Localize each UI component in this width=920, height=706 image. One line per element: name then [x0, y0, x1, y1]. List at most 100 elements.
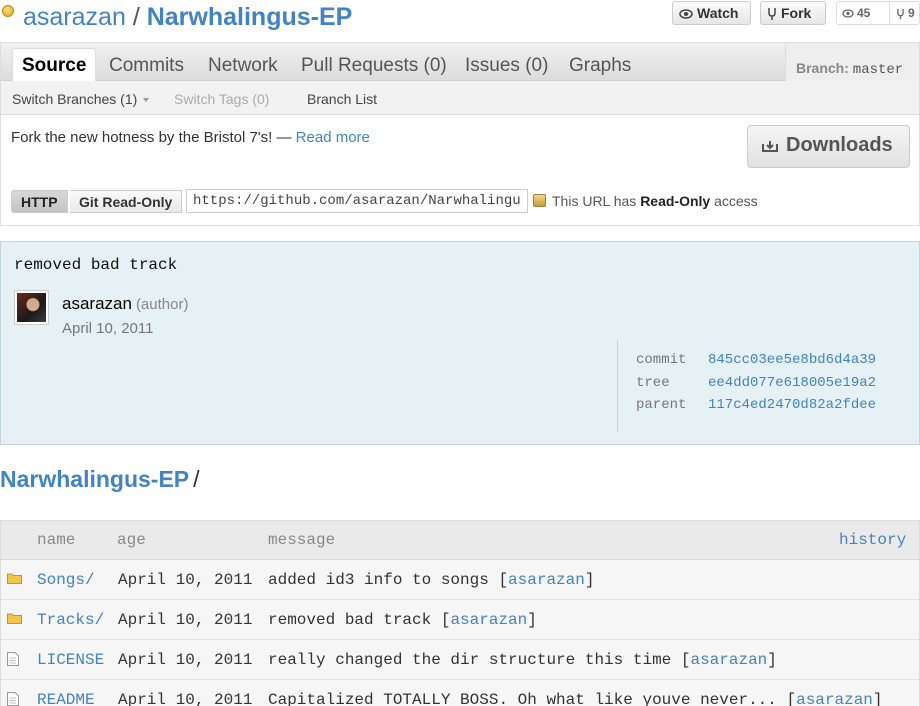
tree-sha-link[interactable]: ee4dd077e618005e19a2 — [708, 375, 876, 391]
branch-value: master — [852, 62, 904, 78]
col-name-header: name — [37, 531, 76, 549]
row-message-text: added id3 info to songs [ — [268, 571, 509, 589]
tree-sha-row: tree ee4dd077e618005e19a2 — [636, 375, 876, 391]
row-author-link[interactable]: asarazan — [796, 691, 873, 706]
row-bracket: ] — [872, 691, 883, 706]
row-age: April 10, 2011 — [118, 611, 253, 629]
row-name-link[interactable]: Tracks/ — [37, 611, 104, 629]
tab-pull-requests[interactable]: Pull Requests (0) — [301, 54, 447, 78]
breadcrumb-separator: / — [193, 466, 200, 492]
url-access-note: This URL has Read-Only access — [552, 193, 758, 209]
subnav: Switch Branches (1) Switch Tags (0) Bran… — [1, 81, 919, 115]
row-author-link[interactable]: asarazan — [690, 651, 767, 669]
author-link[interactable]: asarazan — [62, 294, 132, 313]
repo-stats: 45 9 — [836, 1, 920, 25]
file-tree-table: name age message history Songs/ April 10… — [0, 520, 920, 706]
row-name-link[interactable]: LICENSE — [37, 651, 104, 669]
col-age-header: age — [117, 531, 146, 549]
row-bracket: ] — [584, 571, 595, 589]
forks-count-value: 9 — [908, 6, 915, 20]
fork-button[interactable]: Fork — [760, 1, 826, 25]
author-role: (author) — [135, 296, 189, 313]
downloads-label: Downloads — [786, 134, 893, 156]
parent-sha-link[interactable]: 117c4ed2470d82a2fdee — [708, 397, 876, 413]
folder-icon — [7, 613, 22, 624]
folder-icon — [7, 573, 22, 584]
tree-sha-label: tree — [636, 375, 670, 391]
history-link[interactable]: history — [839, 531, 906, 549]
eye-icon — [842, 9, 854, 18]
row-message-text: Capitalized TOTALLY BOSS. Oh what like y… — [268, 691, 797, 706]
forks-count[interactable]: 9 — [889, 2, 915, 24]
row-message: added id3 info to songs [asarazan] — [268, 571, 594, 589]
table-row: Songs/ April 10, 2011 added id3 info to … — [1, 560, 919, 600]
row-message-text: really changed the dir structure this ti… — [268, 651, 691, 669]
table-row: Tracks/ April 10, 2011 removed bad track… — [1, 600, 919, 640]
tab-commits[interactable]: Commits — [109, 54, 184, 78]
branch-list-link[interactable]: Branch List — [307, 91, 377, 107]
tab-network[interactable]: Network — [208, 54, 278, 78]
breadcrumb: Narwhalingus-EP / — [0, 466, 200, 493]
description-text: Fork the new hotness by the Bristol 7's!… — [11, 129, 292, 146]
clipboard-icon[interactable] — [533, 194, 546, 207]
repo-title: asarazan / Narwhalingus-EP — [23, 2, 352, 32]
commit-author: asarazan (author) — [62, 294, 188, 314]
commit-date: April 10, 2011 — [62, 320, 154, 337]
downloads-button[interactable]: Downloads — [747, 125, 910, 168]
row-bracket: ] — [527, 611, 537, 629]
commit-sha-link[interactable]: 845cc03ee5e8bd6d4a39 — [708, 352, 876, 368]
commit-sha-row: commit 845cc03ee5e8bd6d4a39 — [636, 352, 876, 368]
repo-description: Fork the new hotness by the Bristol 7's!… — [11, 129, 370, 146]
avatar[interactable] — [14, 290, 49, 325]
col-message-header: message — [268, 531, 336, 549]
watchers-count-value: 45 — [857, 6, 871, 20]
breadcrumb-repo-link[interactable]: Narwhalingus-EP — [0, 466, 189, 492]
repo-tabs: Source Commits Network Pull Requests (0)… — [1, 43, 919, 81]
table-row: LICENSE April 10, 2011 really changed th… — [1, 640, 919, 680]
last-commit-box: removed bad track asarazan (author) April… — [0, 241, 920, 445]
switch-branches-dropdown[interactable]: Switch Branches (1) — [12, 91, 150, 107]
commit-sha-label: commit — [636, 352, 687, 368]
download-icon — [762, 140, 778, 152]
watch-button[interactable]: Watch — [672, 1, 751, 25]
table-row: README April 10, 2011 Capitalized TOTALL… — [1, 680, 919, 706]
file-icon — [7, 652, 19, 666]
row-age: April 10, 2011 — [118, 691, 253, 706]
switch-tags-dropdown[interactable]: Switch Tags (0) — [174, 91, 269, 107]
http-protocol-button[interactable]: HTTP — [11, 190, 68, 213]
url-note-suffix: access — [714, 193, 758, 209]
watchers-count[interactable]: 45 — [842, 2, 870, 24]
branch-label: Branch: — [796, 60, 849, 76]
table-header: name age message history — [1, 521, 919, 560]
commit-meta: commit 845cc03ee5e8bd6d4a39 tree ee4dd077e… — [617, 340, 919, 432]
repo-owner-link[interactable]: asarazan — [23, 3, 126, 31]
row-author-link[interactable]: asarazan — [450, 611, 527, 629]
tab-source[interactable]: Source — [12, 48, 97, 81]
switch-branches-label: Switch Branches (1) — [12, 91, 138, 107]
repo-name-link[interactable]: Narwhalingus-EP — [147, 3, 353, 31]
git-readonly-protocol-button[interactable]: Git Read-Only — [70, 190, 183, 213]
row-name-link[interactable]: README — [37, 691, 95, 706]
commit-message: removed bad track — [14, 256, 178, 274]
row-message-text: removed bad track [ — [268, 611, 451, 629]
tab-issues[interactable]: Issues (0) — [465, 54, 548, 78]
public-repo-icon — [2, 5, 14, 17]
repo-panel: Source Commits Network Pull Requests (0)… — [0, 42, 920, 226]
row-message: removed bad track [asarazan] — [268, 611, 537, 629]
file-icon — [7, 692, 19, 706]
row-name-link[interactable]: Songs/ — [37, 571, 95, 589]
tab-graphs[interactable]: Graphs — [569, 54, 631, 78]
fork-label: Fork — [781, 5, 812, 21]
title-separator: / — [132, 3, 140, 31]
clone-url-input[interactable] — [186, 189, 528, 213]
eye-icon — [679, 9, 693, 20]
repo-header: asarazan / Narwhalingus-EP Watch Fork 45… — [0, 0, 920, 40]
watch-label: Watch — [697, 5, 739, 21]
fork-icon — [768, 8, 776, 21]
row-author-link[interactable]: asarazan — [508, 571, 585, 589]
read-more-link[interactable]: Read more — [296, 129, 370, 146]
row-age: April 10, 2011 — [118, 651, 253, 669]
parent-sha-row: parent 117c4ed2470d82a2fdee — [636, 397, 876, 413]
avatar-image — [17, 293, 46, 322]
row-message: really changed the dir structure this ti… — [268, 651, 777, 669]
